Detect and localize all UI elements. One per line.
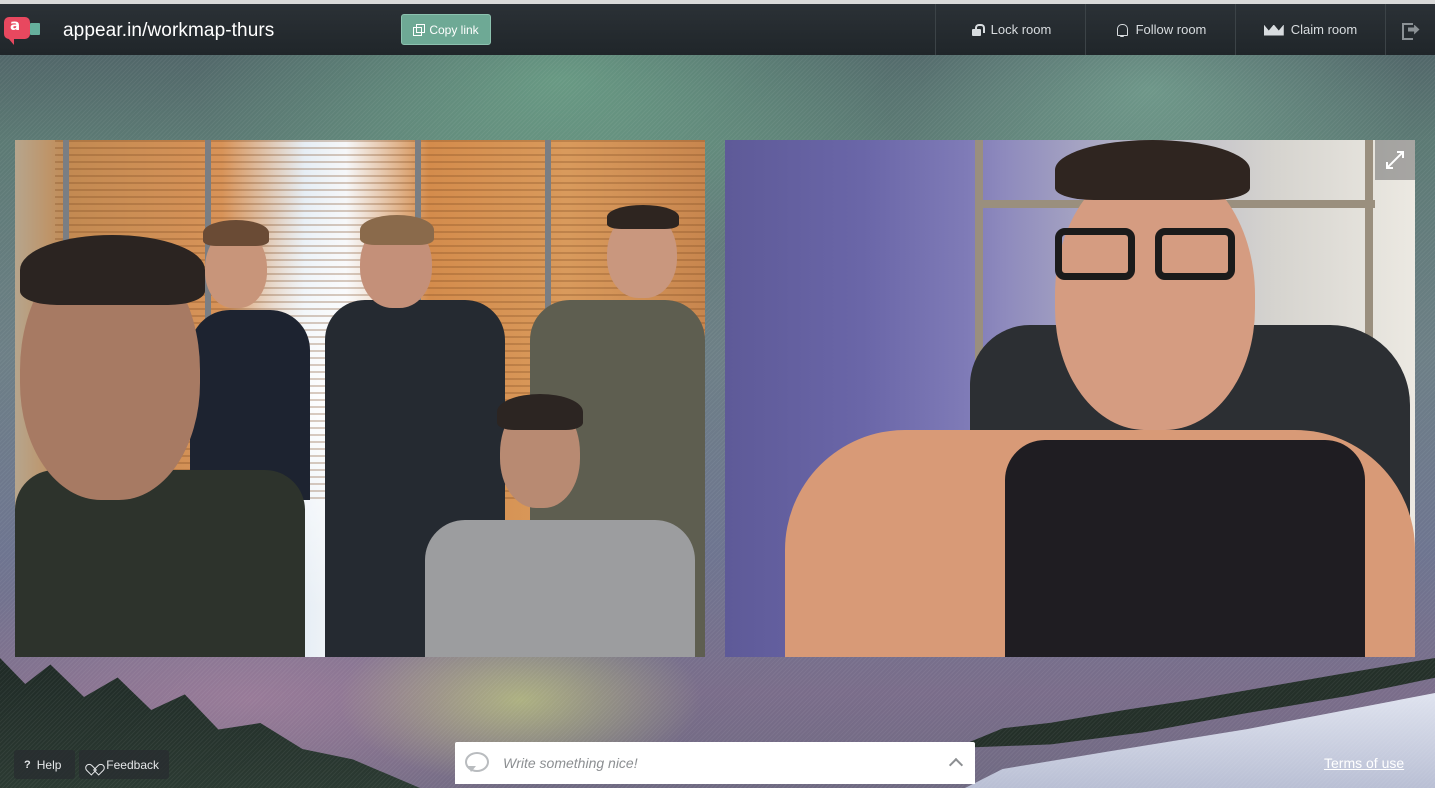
terms-of-use-link[interactable]: Terms of use (1324, 755, 1404, 771)
video-tile-right[interactable] (725, 140, 1415, 657)
bell-icon (1115, 23, 1129, 37)
lock-room-button[interactable]: Lock room (935, 4, 1085, 55)
room-name: appear.in/workmap-thurs (63, 20, 275, 41)
heart-icon (89, 759, 100, 770)
expand-icon (1386, 151, 1404, 169)
claim-room-button[interactable]: Claim room (1235, 4, 1385, 55)
help-button[interactable]: ? Help (14, 750, 75, 779)
follow-room-button[interactable]: Follow room (1085, 4, 1235, 55)
lock-icon (970, 23, 985, 37)
question-icon: ? (24, 758, 31, 771)
claim-room-label: Claim room (1290, 22, 1358, 37)
appear-in-logo-icon[interactable]: a (4, 13, 40, 45)
copy-link-button[interactable]: Copy link (401, 14, 491, 45)
follow-room-label: Follow room (1135, 22, 1207, 37)
copy-link-label: Copy link (429, 22, 479, 37)
leave-room-button[interactable] (1385, 4, 1435, 55)
feedback-label: Feedback (106, 757, 159, 772)
chat-bubble-icon (465, 752, 489, 774)
room-actions: Lock room Follow room Claim room (935, 4, 1435, 55)
chat-box (455, 742, 975, 784)
top-bar: a appear.in/workmap-thurs Copy link Lock… (0, 0, 1435, 55)
forest-right (955, 658, 1435, 748)
snow-slope (965, 693, 1435, 788)
chevron-up-icon[interactable] (947, 754, 965, 772)
copy-icon (413, 24, 426, 36)
help-label: Help (36, 757, 62, 772)
exit-icon (1401, 22, 1420, 40)
feedback-button[interactable]: Feedback (79, 750, 169, 779)
lock-room-label: Lock room (990, 22, 1052, 37)
video-tile-left[interactable] (15, 140, 705, 657)
expand-video-button[interactable] (1375, 140, 1415, 180)
chat-input[interactable] (503, 750, 923, 776)
crown-icon (1264, 23, 1284, 37)
